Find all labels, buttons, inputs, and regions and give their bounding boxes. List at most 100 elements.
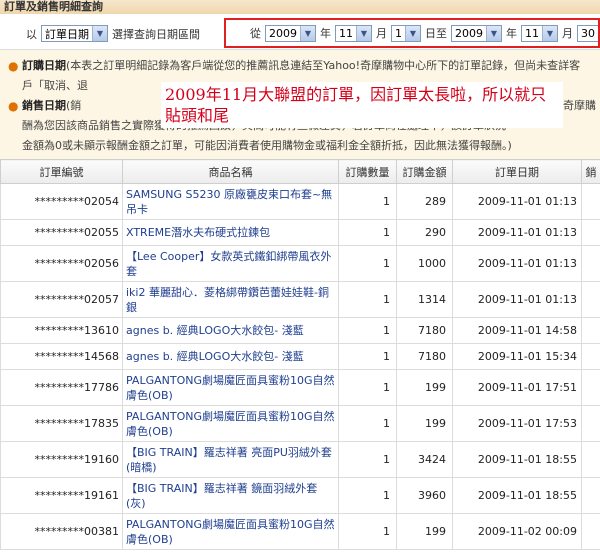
order-amount: 1000 <box>396 245 453 282</box>
notice-line-5: 金額為0或未顯示報酬金額之訂單，可能因消費者使用購物金或福利金全額折抵，因此無法… <box>22 139 512 152</box>
product-link[interactable]: XTREME潛水夫布硬式拉鍊包 <box>122 219 339 246</box>
order-status <box>581 441 600 478</box>
from-month-value: 11 <box>339 26 353 40</box>
order-date: 2009-11-02 00:09 <box>452 513 582 550</box>
order-status <box>581 405 600 442</box>
order-status <box>581 369 600 406</box>
from-label: 從 <box>250 27 261 40</box>
order-qty: 1 <box>338 317 397 344</box>
table-row: *********19161 【BIG TRAIN】羅志祥著 鏡面羽絨外套(灰)… <box>0 477 600 514</box>
chevron-down-icon[interactable]: ▼ <box>356 25 371 41</box>
to-month-select[interactable]: 11 ▼ <box>521 24 558 42</box>
table-row: *********17835 PALGANTONG劇場魔匠面具蜜粉10G自然膚色… <box>0 405 600 442</box>
to-day-value: 30 <box>581 26 595 40</box>
product-link[interactable]: agnes b. 經典LOGO大水餃包- 淺藍 <box>122 343 339 370</box>
order-date: 2009-11-01 17:51 <box>452 369 582 406</box>
table-row: *********02054 SAMSUNG S5230 原廠甕皮束口布套~無吊… <box>0 183 600 220</box>
order-amount: 7180 <box>396 317 453 344</box>
order-number: *********19161 <box>0 477 123 514</box>
table-row: *********00381 PALGANTONG劇場魔匠面具蜜粉10G自然膚色… <box>0 513 600 550</box>
page-title: 訂單及銷售明細查詢 <box>0 0 600 14</box>
order-date: 2009-11-01 15:34 <box>452 343 582 370</box>
order-qty: 1 <box>338 343 397 370</box>
order-qty: 1 <box>338 281 397 318</box>
bullet-icon: ● <box>8 99 19 113</box>
order-number: *********02056 <box>0 245 123 282</box>
chevron-down-icon[interactable]: ▼ <box>486 25 501 41</box>
product-link[interactable]: SAMSUNG S5230 原廠甕皮束口布套~無吊卡 <box>122 183 339 220</box>
to-year-select[interactable]: 2009 ▼ <box>451 24 502 42</box>
order-status <box>581 477 600 514</box>
order-date: 2009-11-01 17:53 <box>452 405 582 442</box>
product-link[interactable]: 【BIG TRAIN】羅志祥著 亮面PU羽絨外套(暗橋) <box>122 441 339 478</box>
chevron-down-icon[interactable]: ▼ <box>542 25 557 41</box>
order-date: 2009-11-01 01:13 <box>452 183 582 220</box>
to-month-value: 11 <box>525 26 539 40</box>
order-status <box>581 343 600 370</box>
to-year-value: 2009 <box>455 26 483 40</box>
order-date: 2009-11-01 18:55 <box>452 441 582 478</box>
order-date: 2009-11-01 01:13 <box>452 281 582 318</box>
order-status <box>581 317 600 344</box>
order-number: *********17786 <box>0 369 123 406</box>
range-label: 選擇查詢日期區間 <box>112 27 200 41</box>
order-amount: 290 <box>396 219 453 246</box>
product-link[interactable]: 【Lee Cooper】女款英式鐵釦綁帶風衣外套 <box>122 245 339 282</box>
col-product[interactable]: 商品名稱 <box>122 159 339 184</box>
order-status <box>581 183 600 220</box>
table-row: *********02055 XTREME潛水夫布硬式拉鍊包 1 290 200… <box>0 219 600 246</box>
product-link[interactable]: PALGANTONG劇場魔匠面具蜜粉10G自然膚色(OB) <box>122 369 339 406</box>
order-date: 2009-11-01 18:55 <box>452 477 582 514</box>
date-filter-bar: 以 訂單日期 ▼ 選擇查詢日期區間 從 2009 ▼ 年 11 ▼ 月 1 ▼ … <box>0 14 600 50</box>
annotation-overlay: 2009年11月大聯盟的訂單，因訂單太長啦，所以就只貼頭和尾 <box>161 82 563 128</box>
col-date[interactable]: 訂單日期 <box>452 159 582 184</box>
order-number: *********14568 <box>0 343 123 370</box>
order-date: 2009-11-01 01:13 <box>452 245 582 282</box>
order-amount: 3424 <box>396 441 453 478</box>
from-day-value: 1 <box>395 26 402 40</box>
col-qty[interactable]: 訂購數量 <box>338 159 397 184</box>
order-status <box>581 281 600 318</box>
from-year-value: 2009 <box>269 26 297 40</box>
bullet-icon: ● <box>8 59 19 73</box>
orders-table: 訂單編號 商品名稱 訂購數量 訂購金額 訂單日期 銷 *********0205… <box>0 159 600 550</box>
day-to-label: 日至 <box>425 27 447 40</box>
from-day-select[interactable]: 1 ▼ <box>391 24 421 42</box>
order-number: *********17835 <box>0 405 123 442</box>
order-amount: 199 <box>396 369 453 406</box>
order-number: *********19160 <box>0 441 123 478</box>
chevron-down-icon[interactable]: ▼ <box>405 25 420 41</box>
col-order-no[interactable]: 訂單編號 <box>0 159 123 184</box>
order-status <box>581 219 600 246</box>
col-status[interactable]: 銷 <box>581 159 600 184</box>
order-qty: 1 <box>338 219 397 246</box>
order-number: *********13610 <box>0 317 123 344</box>
to-day-select[interactable]: 30 ▼ <box>577 24 598 42</box>
year-label-2: 年 <box>506 27 517 40</box>
table-row: *********17786 PALGANTONG劇場魔匠面具蜜粉10G自然膚色… <box>0 369 600 406</box>
from-month-select[interactable]: 11 ▼ <box>335 24 372 42</box>
chevron-down-icon[interactable]: ▼ <box>300 25 315 41</box>
date-type-select[interactable]: 訂單日期 ▼ <box>41 25 108 42</box>
date-type-value: 訂單日期 <box>45 27 89 41</box>
order-number: *********02055 <box>0 219 123 246</box>
col-amount[interactable]: 訂購金額 <box>396 159 453 184</box>
product-link[interactable]: agnes b. 經典LOGO大水餃包- 淺藍 <box>122 317 339 344</box>
product-link[interactable]: PALGANTONG劇場魔匠面具蜜粉10G自然膚色(OB) <box>122 405 339 442</box>
table-header-row: 訂單編號 商品名稱 訂購數量 訂購金額 訂單日期 銷 <box>0 159 600 184</box>
from-year-select[interactable]: 2009 ▼ <box>265 24 316 42</box>
table-row: *********13610 agnes b. 經典LOGO大水餃包- 淺藍 1… <box>0 317 600 344</box>
order-date: 2009-11-01 01:13 <box>452 219 582 246</box>
product-link[interactable]: iki2 華麗甜心．菱格綁帶鑽芭蕾娃娃鞋-銅銀 <box>122 281 339 318</box>
order-amount: 199 <box>396 405 453 442</box>
chevron-down-icon[interactable]: ▼ <box>92 26 107 41</box>
product-link[interactable]: PALGANTONG劇場魔匠面具蜜粉10G自然膚色(OB) <box>122 513 339 550</box>
month-label: 月 <box>376 27 387 40</box>
order-status <box>581 245 600 282</box>
order-date: 2009-11-01 14:58 <box>452 317 582 344</box>
order-qty: 1 <box>338 369 397 406</box>
notice-line-1: 訂購日期(本表之訂單明細記錄為客戶端從您的推薦訊息連結至Yahoo!奇摩購物中心… <box>22 59 581 72</box>
product-link[interactable]: 【BIG TRAIN】羅志祥著 鏡面羽絨外套(灰) <box>122 477 339 514</box>
table-row: *********02057 iki2 華麗甜心．菱格綁帶鑽芭蕾娃娃鞋-銅銀 1… <box>0 281 600 318</box>
order-qty: 1 <box>338 183 397 220</box>
